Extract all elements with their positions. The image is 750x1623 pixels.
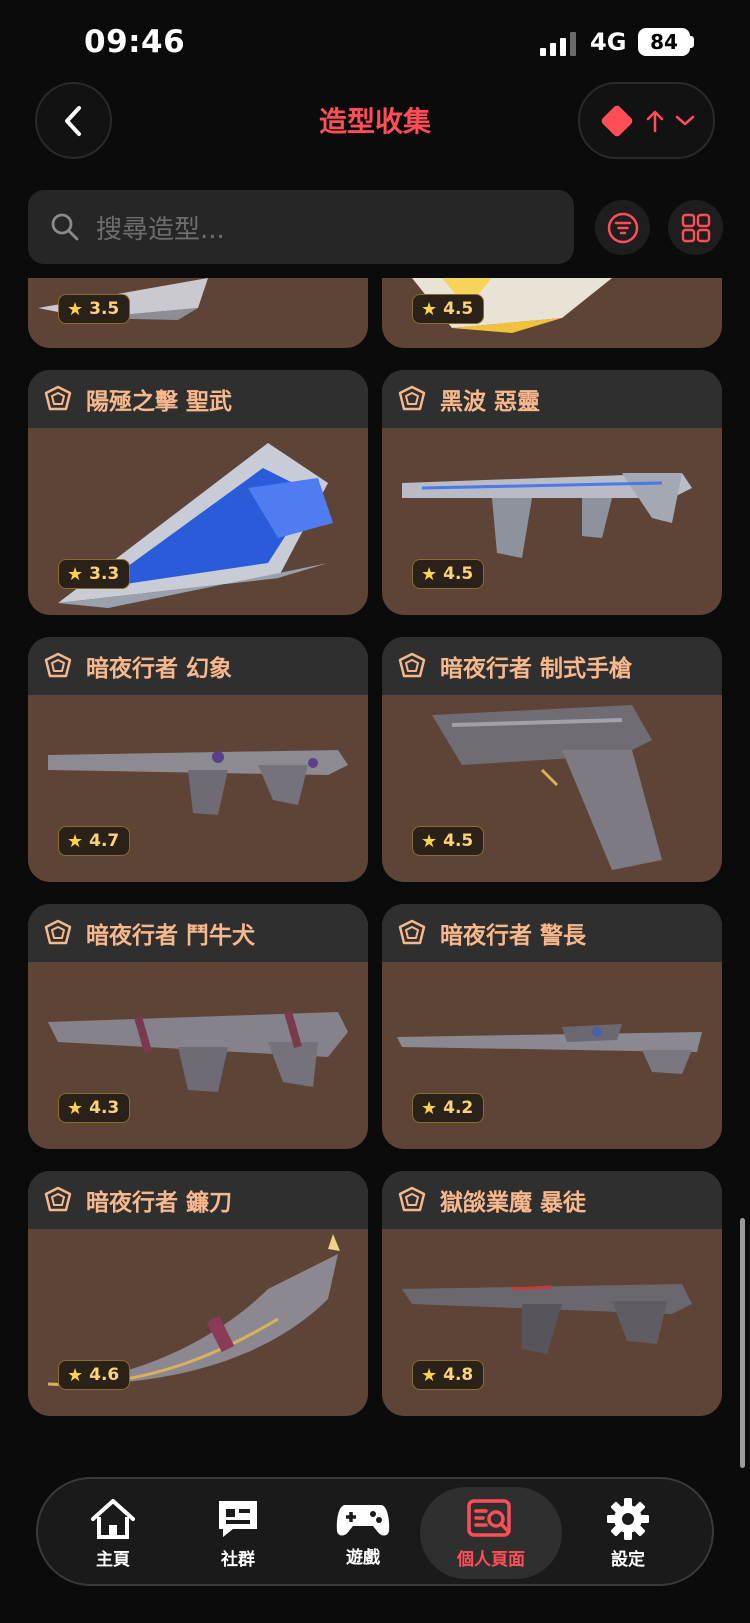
network-type: 4G: [590, 28, 627, 56]
profile-search-icon: [467, 1498, 511, 1537]
star-icon: ★: [67, 1097, 84, 1119]
grid-icon: [681, 213, 710, 242]
star-icon: ★: [67, 563, 84, 585]
rating-badge: ★ 4.5: [412, 826, 485, 856]
status-bar: 09:46 4G 84: [0, 0, 750, 90]
skin-card-partial-2[interactable]: ★ 4.5: [382, 278, 722, 348]
star-icon: ★: [421, 298, 438, 320]
signal-icon: [540, 32, 576, 56]
skin-name: 黑波 惡靈: [440, 389, 541, 415]
arrow-up-icon: [646, 110, 663, 132]
tab-home[interactable]: 主頁: [48, 1487, 178, 1579]
skin-name: 暗夜行者 鬥牛犬: [86, 923, 256, 949]
star-icon: ★: [421, 563, 438, 585]
star-icon: ★: [421, 1097, 438, 1119]
tier-badge-icon: [44, 1186, 72, 1212]
skin-card[interactable]: 暗夜行者 制式手槍 ★ 4.5: [382, 637, 722, 882]
skin-name: 暗夜行者 鐮刀: [86, 1190, 233, 1216]
chevron-down-icon: [675, 115, 694, 125]
status-time: 09:46: [84, 24, 186, 60]
tab-community[interactable]: 社群: [173, 1487, 303, 1579]
tier-badge-icon: [398, 652, 426, 678]
star-icon: ★: [421, 1364, 438, 1386]
skin-name: 獄燄業魔 暴徒: [440, 1190, 587, 1216]
skin-card[interactable]: 獄燄業魔 暴徒 ★ 4.8: [382, 1171, 722, 1416]
search-input[interactable]: 搜尋造型...: [28, 190, 574, 264]
chat-icon: [219, 1500, 257, 1537]
skin-name: 陽殛之擊 聖武: [86, 389, 233, 415]
tab-settings[interactable]: 設定: [563, 1487, 693, 1579]
rating-badge: ★ 3.3: [58, 559, 131, 589]
rating-badge: ★ 4.5: [412, 294, 485, 324]
star-icon: ★: [421, 830, 438, 852]
battery-nub: [690, 36, 694, 48]
skin-card[interactable]: 暗夜行者 鬥牛犬 ★ 4.3: [28, 904, 368, 1149]
star-icon: ★: [67, 830, 84, 852]
grid-view-button[interactable]: [668, 200, 723, 255]
skin-grid[interactable]: ★ 3.5 ★ 4.5 陽殛之擊 聖武 ★ 3.3 黑波 惡靈 ★ 4.5 暗夜…: [0, 278, 750, 1473]
rating-badge: ★ 4.6: [58, 1360, 131, 1390]
bottom-tab-bar: 主頁 社群 遊戲 個人頁面 設定: [36, 1477, 714, 1586]
rating-badge: ★ 4.8: [412, 1360, 485, 1390]
star-icon: ★: [67, 1364, 84, 1386]
skin-card-partial-1[interactable]: ★ 3.5: [28, 278, 368, 348]
tier-badge-icon: [398, 919, 426, 945]
gamepad-icon: [336, 1504, 390, 1535]
home-icon: [91, 1498, 135, 1539]
rating-badge: ★ 4.2: [412, 1093, 485, 1123]
skin-name: 暗夜行者 幻象: [86, 656, 233, 682]
search-icon: [51, 213, 79, 241]
currency-sort-button[interactable]: [578, 82, 715, 159]
tier-badge-icon: [398, 1186, 426, 1212]
skin-card[interactable]: 暗夜行者 幻象 ★ 4.7: [28, 637, 368, 882]
star-icon: ★: [67, 298, 84, 320]
gear-icon: [607, 1497, 649, 1540]
filter-icon: [607, 212, 638, 243]
rating-badge: ★ 3.5: [58, 294, 131, 324]
tier-badge-icon: [44, 652, 72, 678]
rating-badge: ★ 4.3: [58, 1093, 131, 1123]
battery-icon: 84: [638, 28, 690, 56]
skin-card[interactable]: 暗夜行者 鐮刀 ★ 4.6: [28, 1171, 368, 1416]
tab-games[interactable]: 遊戲: [298, 1487, 428, 1579]
skin-card[interactable]: 黑波 惡靈 ★ 4.5: [382, 370, 722, 615]
search-placeholder: 搜尋造型...: [96, 214, 225, 245]
skin-card[interactable]: 暗夜行者 警長 ★ 4.2: [382, 904, 722, 1149]
tab-profile[interactable]: 個人頁面: [420, 1487, 562, 1579]
filter-button[interactable]: [595, 200, 650, 255]
skin-card[interactable]: 陽殛之擊 聖武 ★ 3.3: [28, 370, 368, 615]
tier-badge-icon: [398, 385, 426, 411]
skin-name: 暗夜行者 警長: [440, 923, 587, 949]
rating-badge: ★ 4.7: [58, 826, 131, 856]
skin-name: 暗夜行者 制式手槍: [440, 656, 633, 682]
rating-badge: ★ 4.5: [412, 559, 485, 589]
scrollbar[interactable]: [740, 1218, 745, 1468]
tier-badge-icon: [44, 919, 72, 945]
tier-badge-icon: [44, 385, 72, 411]
red-diamond-icon: [601, 105, 632, 136]
